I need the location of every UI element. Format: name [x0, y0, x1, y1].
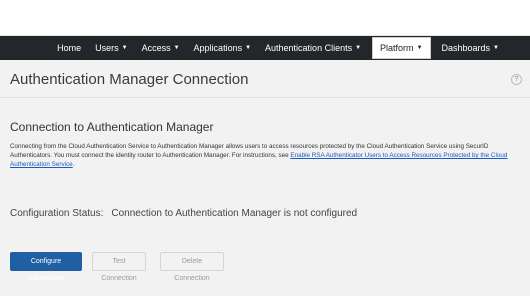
- status-label: Configuration Status:: [10, 208, 104, 219]
- caret-down-icon: ▼: [173, 45, 180, 51]
- status-value: Connection to Authentication Manager is …: [111, 208, 358, 219]
- nav-users-label: Users: [95, 43, 119, 53]
- delete-connection-button: Delete Connection: [160, 252, 224, 282]
- nav-authentication-clients[interactable]: Authentication Clients ▼: [258, 36, 368, 60]
- nav-home-label: Home: [57, 43, 82, 53]
- nav-dashboards-label: Dashboards: [441, 43, 491, 53]
- top-banner: [0, 0, 530, 36]
- nav-dashboards[interactable]: Dashboards ▼: [435, 36, 506, 60]
- description-end: .: [72, 161, 75, 168]
- caret-down-icon: ▼: [245, 45, 252, 51]
- caret-down-icon: ▼: [416, 45, 423, 51]
- nav-home[interactable]: Home: [50, 36, 88, 60]
- caret-down-icon: ▼: [493, 45, 499, 51]
- caret-down-icon: ▼: [355, 45, 362, 51]
- nav-access-label: Access: [141, 43, 171, 53]
- caret-down-icon: ▼: [121, 45, 128, 51]
- help-icon[interactable]: ?: [511, 74, 522, 85]
- nav-applications[interactable]: Applications ▼: [187, 36, 258, 60]
- nav-authentication-clients-label: Authentication Clients: [265, 43, 353, 53]
- page-title: Authentication Manager Connection: [10, 71, 249, 88]
- test-connection-button: Test Connection: [92, 252, 146, 282]
- nav-applications-label: Applications: [193, 43, 243, 53]
- nav-platform-label: Platform: [380, 43, 414, 53]
- main-content: Connection to Authentication Manager Con…: [0, 98, 530, 296]
- configure-connection-button[interactable]: Configure Connection: [10, 252, 82, 282]
- nav-users[interactable]: Users ▼: [88, 36, 134, 60]
- main-navigation: Home Users ▼ Access ▼ Applications ▼ Authen…: [0, 36, 530, 60]
- page-header: Authentication Manager Connection ?: [0, 60, 530, 98]
- nav-access[interactable]: Access ▼: [135, 36, 187, 60]
- section-description: Connecting from the Cloud Authentication…: [10, 142, 520, 169]
- section-title: Connection to Authentication Manager: [10, 120, 214, 134]
- configuration-status: Configuration Status: Connection to Authe…: [10, 208, 357, 219]
- nav-platform[interactable]: Platform ▼: [372, 37, 431, 59]
